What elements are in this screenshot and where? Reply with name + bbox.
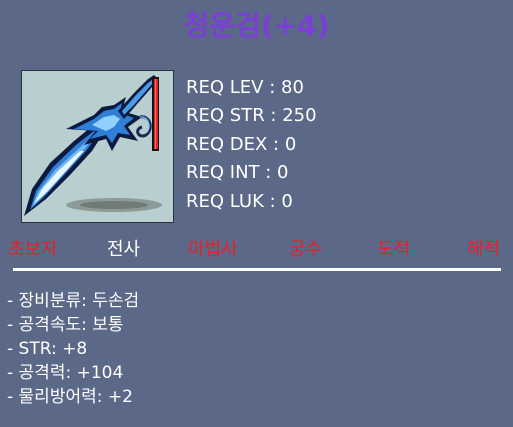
divider xyxy=(13,268,501,271)
stat-equip-type: - 장비분류: 두손검 xyxy=(7,291,140,311)
req-int: REQ INT : 0 xyxy=(186,162,289,184)
stat-str: - STR: +8 xyxy=(7,339,88,359)
requirements-list: REQ LEV : 80 REQ STR : 250 REQ DEX : 0 R… xyxy=(186,74,317,216)
class-pirate: 해적 xyxy=(467,239,501,260)
job-class-row: 초보자 전사 마법사 궁수 도적 해적 xyxy=(0,238,513,262)
class-thief: 도적 xyxy=(377,239,411,260)
req-level: REQ LEV : 80 xyxy=(186,77,304,98)
stat-attack: - 공격력: +104 xyxy=(7,363,124,383)
class-magician: 마법사 xyxy=(188,239,238,260)
req-luk: REQ LUK : 0 xyxy=(186,190,293,212)
stat-weapon-def: - 물리방어력: +2 xyxy=(7,387,133,407)
class-bowman: 궁수 xyxy=(289,239,323,260)
item-icon-frame xyxy=(21,70,174,223)
req-dex: REQ DEX : 0 xyxy=(186,133,297,155)
stat-attack-speed: - 공격속도: 보통 xyxy=(7,315,124,335)
class-warrior: 전사 xyxy=(107,239,141,260)
sword-icon xyxy=(24,75,162,216)
item-stats-list: - 장비분류: 두손검 - 공격속도: 보통 - STR: +8 - 공격력: … xyxy=(7,289,139,409)
class-beginner: 초보자 xyxy=(8,239,58,260)
req-str: REQ STR : 250 xyxy=(186,105,317,127)
item-name: 청운검(+4) xyxy=(183,9,330,42)
